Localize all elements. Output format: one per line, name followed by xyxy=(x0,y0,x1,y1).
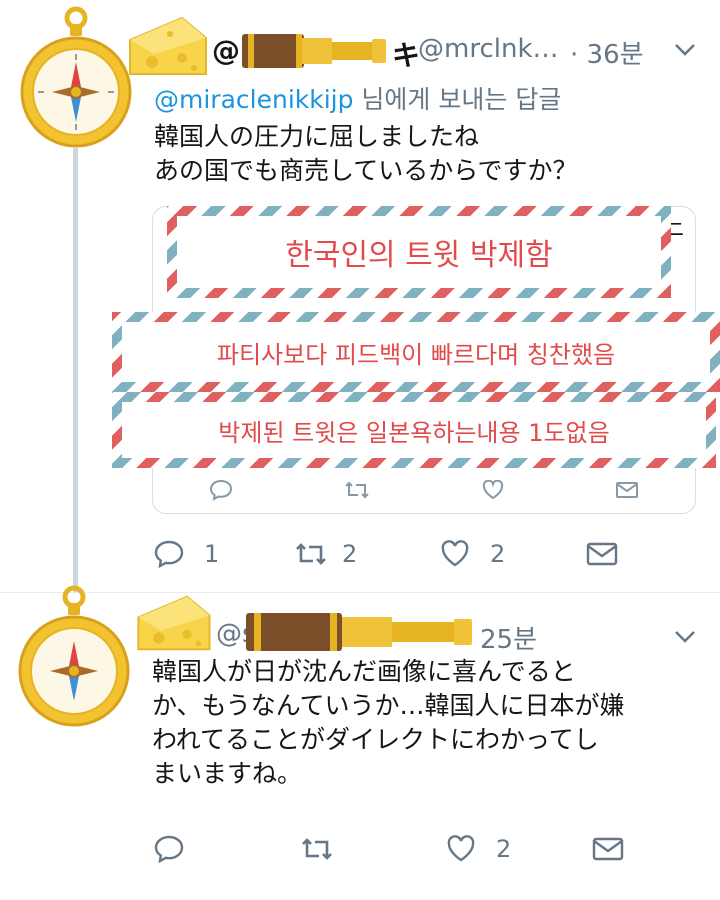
quote-like-icon[interactable] xyxy=(482,479,504,504)
chevron-down-icon[interactable] xyxy=(674,38,696,62)
retweet-button[interactable] xyxy=(300,836,446,862)
quote-reply-icon[interactable] xyxy=(209,479,233,505)
compass-avatar-icon[interactable] xyxy=(8,583,140,733)
chevron-down-icon[interactable] xyxy=(674,625,696,649)
like-count: 2 xyxy=(496,835,512,863)
tweet-text-line: われてることがダイレクトにわかってし xyxy=(152,725,599,754)
like-button[interactable]: 2 xyxy=(440,540,586,568)
direct-message-button[interactable] xyxy=(586,542,618,566)
cheese-sticker-icon xyxy=(129,16,207,75)
direct-message-button[interactable] xyxy=(592,837,624,861)
annotation-stamp-1: 한국인의 트윗 박제함 xyxy=(167,206,671,298)
tweet-text-line: あの国でも商売しているからですか？ xyxy=(154,156,578,185)
tweet-1[interactable]: @ キ @mrclnk… · 36분 @miraclenikkijp 님에게 보… xyxy=(0,0,720,590)
tweet-text-line: まいますね。 xyxy=(152,759,303,788)
telescope-sticker-icon xyxy=(242,34,386,68)
stamp-text: 파티사보다 피드백이 빠르다며 칭찬했음 xyxy=(216,340,616,369)
tweet-action-bar: 2 xyxy=(154,831,634,867)
tweet-2[interactable]: @s 25분 韓国人が日が沈んだ画像に喜んでると か、もうなんていうか…韓国人に… xyxy=(0,585,720,900)
stamp-text: 한국인의 트윗 박제함 xyxy=(285,238,553,273)
reply-button[interactable]: 1 xyxy=(154,540,294,568)
annotation-stamp-3: 박제된 트윗은 일본욕하는내용 1도없음 xyxy=(112,392,716,468)
tweet-action-bar: 1 2 2 xyxy=(154,536,634,572)
cheese-sticker-icon xyxy=(137,595,211,651)
reply-mention-link[interactable]: @miraclenikkijp xyxy=(154,85,353,114)
like-button[interactable]: 2 xyxy=(446,835,592,863)
timestamp[interactable]: · 36분 xyxy=(570,34,644,71)
user-handle[interactable]: @mrclnk… xyxy=(418,34,559,64)
display-name-suffix[interactable]: キ xyxy=(392,34,420,74)
reply-to-suffix: 님에게 보내는 답글 xyxy=(353,85,562,114)
display-name-prefix[interactable]: @ xyxy=(212,34,240,67)
tweet-text: 韓国人の圧力に屈しましたね あの国でも商売しているからですか？ xyxy=(154,120,578,188)
tweet-text: 韓国人が日が沈んだ画像に喜んでると か、もうなんていうか…韓国人に日本が嫌 われ… xyxy=(152,655,625,791)
tweet-text-line: 韓国人の圧力に屈しましたね xyxy=(154,122,480,151)
reply-count: 1 xyxy=(204,540,220,568)
compass-avatar-icon[interactable] xyxy=(18,4,134,154)
quote-mail-icon[interactable] xyxy=(615,481,639,503)
like-count: 2 xyxy=(490,540,506,568)
tweet-text-line: か、もうなんていうか…韓国人に日本が嫌 xyxy=(152,691,625,720)
tweet-text-line: 韓国人が日が沈んだ画像に喜んでると xyxy=(152,657,576,686)
reply-button[interactable] xyxy=(154,835,300,863)
timestamp[interactable]: 25분 xyxy=(480,619,537,656)
mail-icon xyxy=(592,837,624,861)
annotation-stamp-2: 파티사보다 피드백이 빠르다며 칭찬했음 xyxy=(112,312,720,392)
telescope-sticker-icon xyxy=(246,613,472,651)
quote-retweet-icon[interactable] xyxy=(344,480,370,504)
stamp-text: 박제된 트윗은 일본욕하는내용 1도없음 xyxy=(218,418,610,447)
retweet-count: 2 xyxy=(342,540,358,568)
quote-action-bar xyxy=(153,477,695,507)
mail-icon xyxy=(586,542,618,566)
replying-to-line: @miraclenikkijp 님에게 보내는 답글 xyxy=(154,80,561,116)
reply-icon xyxy=(154,835,184,863)
retweet-icon xyxy=(302,838,332,860)
reply-icon xyxy=(154,540,184,568)
heart-icon xyxy=(447,835,475,862)
retweet-button[interactable]: 2 xyxy=(294,540,440,568)
heart-icon xyxy=(441,540,469,567)
retweet-icon xyxy=(296,543,326,565)
